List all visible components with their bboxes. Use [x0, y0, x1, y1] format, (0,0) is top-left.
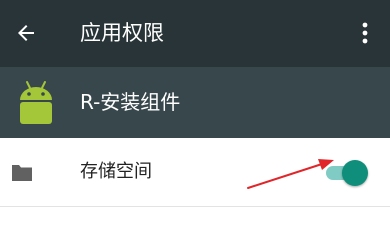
annotation-arrow-icon	[247, 159, 334, 189]
app-header: R-安装组件	[0, 67, 390, 138]
page-title: 应用权限	[80, 21, 164, 45]
toolbar: 应用权限	[0, 0, 390, 67]
folder-icon	[12, 165, 32, 181]
android-icon	[20, 81, 52, 124]
app-name: R-安装组件	[80, 90, 181, 114]
more-vertical-icon[interactable]	[354, 20, 376, 46]
permission-label: 存储空间	[80, 161, 152, 182]
divider	[0, 206, 390, 207]
toggle-thumb	[342, 160, 368, 186]
arrow-left-icon[interactable]	[14, 21, 38, 45]
